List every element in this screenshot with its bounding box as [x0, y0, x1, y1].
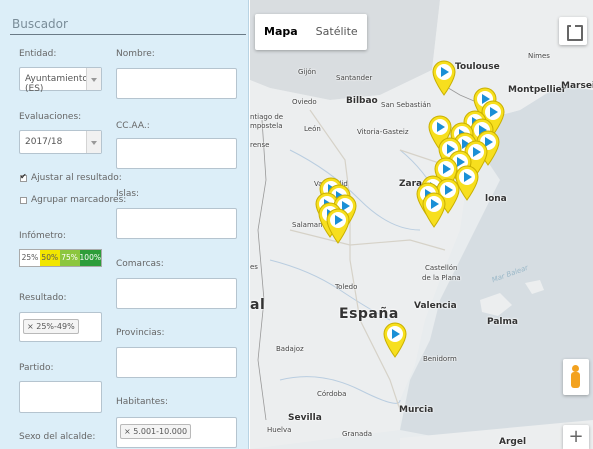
city-label: Córdoba — [317, 390, 347, 398]
habitantes-label: Habitantes: — [116, 397, 169, 407]
evaluaciones-label: Evaluaciones: — [19, 112, 82, 122]
ccaa-label: CC.AA.: — [116, 121, 150, 131]
city-label-fragment: es — [250, 263, 258, 271]
infometro-50[interactable]: 50% — [39, 250, 60, 266]
city-label: Santander — [336, 74, 373, 82]
city-label: mpostela — [250, 122, 283, 130]
city-label: Nimes — [528, 52, 550, 60]
ajustar-checkbox[interactable] — [20, 172, 27, 182]
map-view[interactable]: Toulouse Nimes Montpellier Marseille Gij… — [250, 0, 593, 449]
infometro-scale: 25% 50% 75% 100% — [19, 249, 102, 267]
city-label: Bilbao — [346, 96, 378, 106]
habitantes-tag[interactable]: × 5.001-10.000 — [120, 424, 192, 439]
street-view-pegman-icon[interactable] — [563, 359, 589, 395]
islas-label: Islas: — [116, 189, 140, 199]
city-label: Toulouse — [455, 62, 500, 72]
city-label: Argel — [499, 437, 527, 447]
agrupar-checkbox[interactable] — [20, 197, 27, 204]
chevron-down-icon — [86, 68, 101, 90]
partido-input[interactable] — [19, 381, 102, 413]
city-label: Benidorm — [423, 355, 457, 363]
city-label: Granada — [342, 430, 373, 438]
evaluaciones-value: 2017/18 — [25, 137, 63, 147]
infometro-25[interactable]: 25% — [20, 250, 40, 266]
provincias-input[interactable] — [116, 347, 237, 378]
panel-title: Buscador — [12, 17, 68, 31]
map-marker[interactable] — [382, 322, 408, 358]
comarcas-label: Comarcas: — [116, 259, 164, 269]
zoom-in-button[interactable]: + — [563, 425, 589, 449]
city-label: Castellón — [425, 264, 458, 272]
country-label-fragment: al — [250, 297, 266, 313]
title-divider — [10, 34, 246, 35]
city-label: Toledo — [335, 283, 358, 291]
map-marker[interactable] — [325, 208, 351, 244]
map-type-satellite-button[interactable]: Satélite — [307, 14, 367, 50]
agrupar-label: Agrupar marcadores: — [31, 195, 127, 205]
habitantes-input[interactable]: × 5.001-10.000 — [116, 417, 237, 448]
ajustar-label: Ajustar al resultado: — [31, 173, 122, 183]
sexo-label: Sexo del alcalde: — [19, 432, 96, 442]
country-label: España — [339, 306, 399, 322]
comarcas-input[interactable] — [116, 278, 237, 309]
resultado-input[interactable]: × 25%-49% — [19, 312, 102, 342]
evaluaciones-select[interactable]: 2017/18 — [19, 130, 102, 154]
entidad-label: Entidad: — [19, 49, 57, 59]
city-label: León — [304, 125, 321, 133]
infometro-100[interactable]: 100% — [79, 250, 101, 266]
infometro-75[interactable]: 75% — [59, 250, 80, 266]
city-label: ntiago de — [250, 113, 284, 121]
city-label: Marseille — [561, 81, 593, 91]
nombre-input[interactable] — [116, 68, 237, 99]
city-label: Palma — [487, 317, 518, 327]
entidad-value: Ayuntamiento (ES) — [25, 74, 88, 94]
fullscreen-icon[interactable] — [559, 17, 587, 45]
city-label: Badajoz — [276, 345, 304, 353]
city-label: Oviedo — [292, 98, 317, 106]
infometro-label: Infómetro: — [19, 231, 66, 241]
islas-input[interactable] — [116, 208, 237, 239]
resultado-label: Resultado: — [19, 293, 67, 303]
ccaa-input[interactable] — [116, 138, 237, 169]
search-panel: Buscador Entidad: Ayuntamiento (ES) Eval… — [0, 0, 249, 449]
city-label: Gijón — [298, 68, 317, 76]
city-label: Valencia — [414, 301, 457, 311]
entidad-select[interactable]: Ayuntamiento (ES) — [19, 67, 102, 94]
partido-label: Partido: — [19, 363, 54, 373]
city-label: rense — [250, 141, 270, 149]
city-label: San Sebastián — [381, 101, 431, 109]
chevron-down-icon — [86, 131, 101, 153]
city-label: de la Plana — [422, 274, 461, 282]
nombre-label: Nombre: — [116, 49, 155, 59]
city-label: Montpellier — [508, 85, 567, 95]
map-type-control: Mapa Satélite — [255, 14, 367, 50]
map-marker[interactable] — [431, 60, 457, 96]
city-label: lona — [485, 194, 507, 204]
city-label: Sevilla — [288, 413, 322, 423]
resultado-tag[interactable]: × 25%-49% — [23, 319, 79, 334]
map-marker[interactable] — [421, 192, 447, 228]
map-type-map-button[interactable]: Mapa — [255, 14, 307, 50]
city-label: Murcia — [399, 405, 434, 415]
provincias-label: Provincias: — [116, 328, 165, 338]
city-label: Vitoria-Gasteiz — [357, 128, 409, 136]
city-label: Huelva — [267, 426, 292, 434]
